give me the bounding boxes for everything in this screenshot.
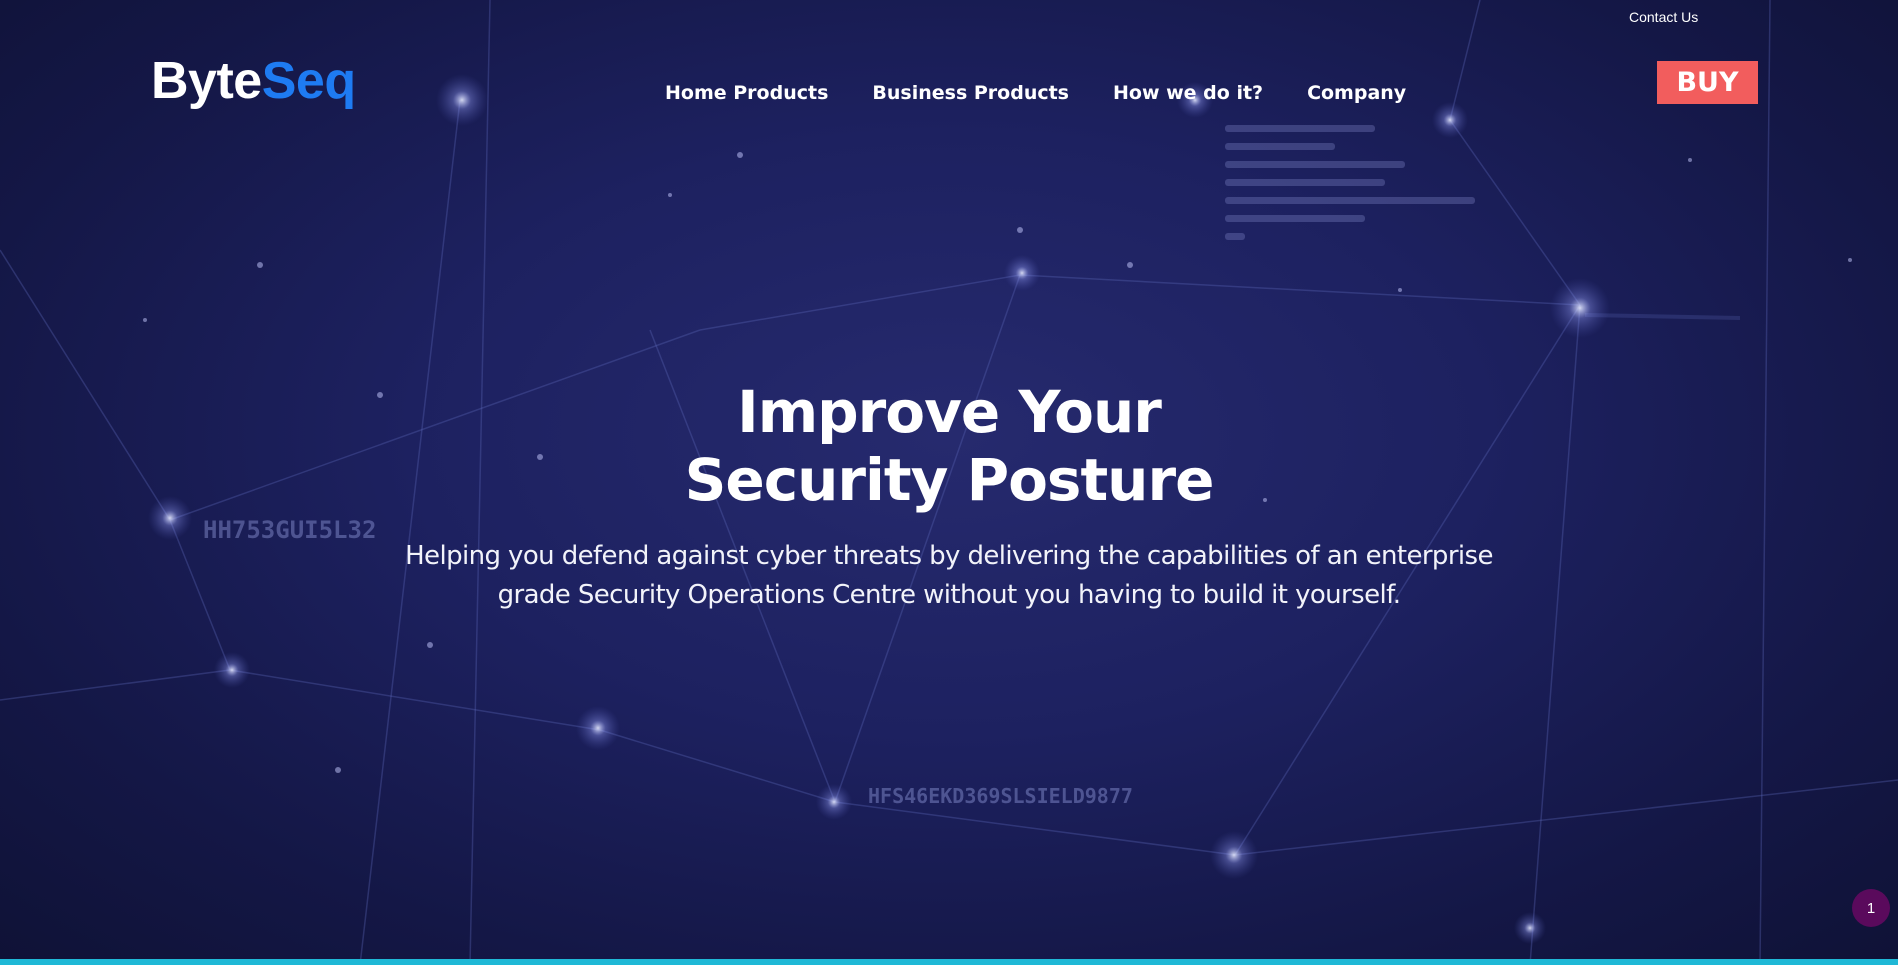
nav-how-we-do-it[interactable]: How we do it? — [1113, 82, 1263, 104]
buy-button[interactable]: BUY — [1657, 61, 1758, 104]
headline-line-2: Security Posture — [684, 446, 1215, 514]
hero-subtext: Helping you defend against cyber threats… — [380, 537, 1518, 615]
nav-business-products[interactable]: Business Products — [872, 82, 1069, 104]
hero-headline: Improve Your Security Posture — [0, 378, 1898, 514]
contact-us-link[interactable]: Contact Us — [1629, 9, 1698, 25]
nav-company[interactable]: Company — [1307, 82, 1406, 104]
subtext-line-1: Helping you defend against cyber threats… — [405, 541, 1493, 571]
hero-section: HH753GUI5L32 HFS46EKD369SLSIELD9877 Cont… — [0, 0, 1898, 965]
main-nav: Home Products Business Products How we d… — [665, 82, 1450, 104]
notification-badge[interactable]: 1 — [1852, 889, 1890, 927]
headline-line-1: Improve Your — [737, 378, 1162, 446]
svg-text:HH753GUI5L32: HH753GUI5L32 — [203, 516, 376, 544]
bottom-accent-bar — [0, 959, 1898, 965]
nav-home-products[interactable]: Home Products — [665, 82, 828, 104]
byteseq-logo[interactable]: ByteSeq — [151, 55, 356, 107]
svg-text:HFS46EKD369SLSIELD9877: HFS46EKD369SLSIELD9877 — [868, 784, 1133, 808]
logo-text-seq: Seq — [261, 52, 356, 110]
logo-text-byte: Byte — [151, 52, 262, 110]
subtext-line-2: grade Security Operations Centre without… — [497, 580, 1401, 610]
